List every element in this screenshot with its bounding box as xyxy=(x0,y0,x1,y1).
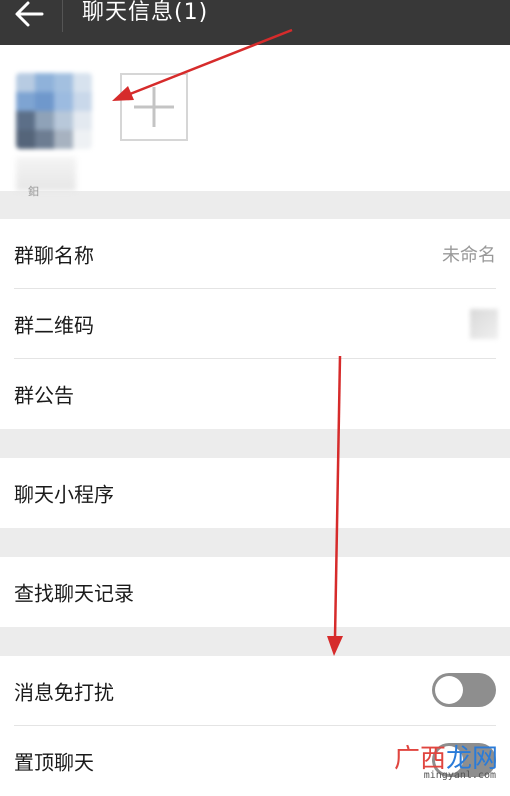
mini-programs-label: 聊天小程序 xyxy=(14,482,114,507)
top-bar: 聊天信息(1) xyxy=(0,0,510,45)
back-arrow-icon[interactable] xyxy=(12,0,46,30)
announcement-row[interactable]: 群公告 xyxy=(0,359,510,429)
announcement-label: 群公告 xyxy=(14,383,74,408)
pin-label: 置顶聊天 xyxy=(14,750,94,775)
avatar-name-blur xyxy=(16,157,76,191)
avatar-caption: 鈤 xyxy=(28,185,39,198)
qr-code-icon xyxy=(470,309,498,339)
mute-toggle[interactable] xyxy=(432,673,496,707)
add-member-button[interactable] xyxy=(120,73,188,141)
member-grid: 鈤 xyxy=(0,45,510,198)
watermark-url: mingyanl.com xyxy=(423,770,496,781)
group-name-row[interactable]: 群聊名称 未命名 xyxy=(0,219,510,289)
search-history-label: 查找聊天记录 xyxy=(14,581,134,606)
qr-code-row[interactable]: 群二维码 xyxy=(0,289,510,359)
member-avatar[interactable]: 鈤 xyxy=(16,73,92,198)
mute-label: 消息免打扰 xyxy=(14,680,114,705)
plus-icon xyxy=(134,87,174,127)
group-name-value: 未命名 xyxy=(442,245,496,266)
toggle-knob xyxy=(435,676,463,704)
page-title: 聊天信息(1) xyxy=(82,0,209,25)
annotation-arrow-head xyxy=(327,636,343,656)
avatar-image xyxy=(16,73,92,149)
mute-row: 消息免打扰 xyxy=(0,656,510,726)
mini-programs-row[interactable]: 聊天小程序 xyxy=(0,458,510,528)
search-history-row[interactable]: 查找聊天记录 xyxy=(0,557,510,627)
qr-code-label: 群二维码 xyxy=(14,313,94,338)
group-name-label: 群聊名称 xyxy=(14,243,94,268)
topbar-divider xyxy=(62,0,63,32)
site-watermark: 广西龙网 mingyanl.com xyxy=(374,738,502,784)
